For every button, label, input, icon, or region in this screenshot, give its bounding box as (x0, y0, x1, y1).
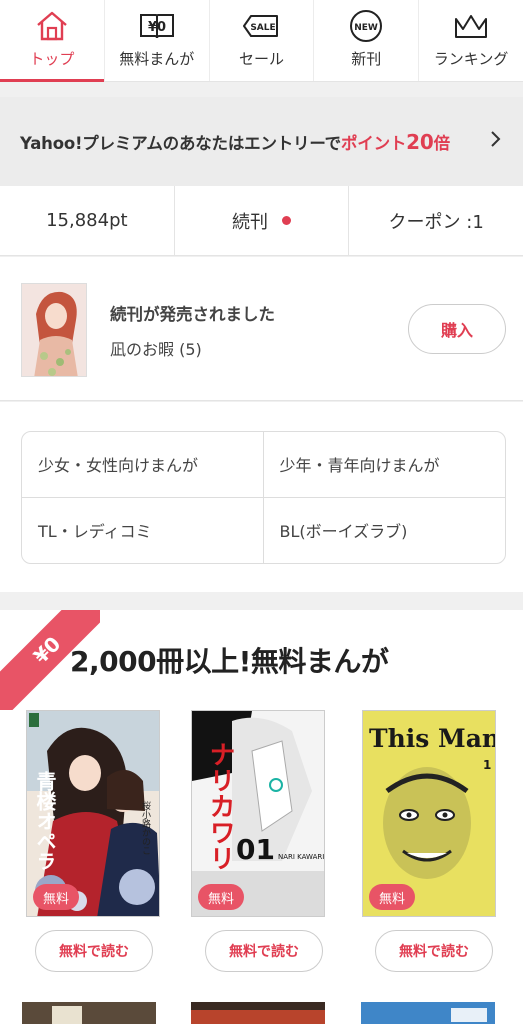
promo-text-suffix: 倍 (433, 133, 451, 153)
nav-label-top: トップ (29, 50, 75, 68)
notification-dot (282, 216, 291, 225)
cover-volume: 1 (483, 758, 491, 772)
read-free-button[interactable]: 無料で読む (205, 930, 323, 972)
book-cover-narikawari[interactable]: ナリカワリ 01 NARI KAWARI 無料 (191, 710, 325, 917)
new-badge-icon-text: NEW (354, 23, 378, 33)
category-tl-ladies[interactable]: TL・レディコミ (22, 497, 264, 563)
cover-title: This Man (369, 724, 496, 753)
chevron-right-icon (491, 131, 501, 147)
sequel-release-card: 続刊が発売されました 凪のお暇 (5) 購入 (0, 257, 523, 401)
cover-author: 桜小路かのこ (140, 800, 151, 855)
free-book-icon: ¥0 (137, 8, 177, 44)
free-badge: 無料 (369, 884, 416, 910)
free-badge: 無料 (33, 884, 80, 910)
category-section: 少女・女性向けまんが 少年・青年向けまんが TL・レディコミ BL(ボーイズラブ… (0, 402, 523, 592)
release-book-name: 凪のお暇 (5) (110, 340, 202, 359)
cover-romaji: NARI KAWARI (278, 853, 324, 861)
points-balance[interactable]: 15,884pt (0, 186, 175, 255)
coupon-label: クーポン :1 (388, 211, 484, 233)
top-navigation: トップ ¥0 無料まんが SALE セール NEW 新刊 ランキング (0, 0, 523, 82)
nav-label-ranking: ランキング (433, 50, 509, 68)
nav-tab-top[interactable]: トップ (0, 0, 105, 82)
book-cover-thumbnail[interactable] (21, 283, 87, 377)
cover-title: ナリカワリ (205, 741, 235, 871)
read-free-button[interactable]: 無料で読む (35, 930, 153, 972)
promo-text: Yahoo!プレミアムのあなたはエントリーでポイント20倍 (20, 130, 450, 154)
cover-volume: 01 (236, 833, 275, 866)
nav-tab-free-manga[interactable]: ¥0 無料まんが (105, 0, 210, 81)
nav-tab-sale[interactable]: SALE セール (210, 0, 315, 81)
book-cover-seirou-opera[interactable]: 青楼オペラ 桜小路かのこ 無料 (26, 710, 160, 917)
free-manga-section: ¥0 2,000冊以上!無料まんが 青楼オペラ 桜小路かのこ 無料 ナリカワリ … (0, 610, 523, 1024)
coupon-link[interactable]: クーポン :1 (349, 186, 523, 255)
buy-button[interactable]: 購入 (408, 304, 506, 354)
book-cover-this-man[interactable]: This Man 1 無料 (362, 710, 496, 917)
section-title: 2,000冊以上!無料まんが (70, 645, 389, 678)
free-book-icon-text: ¥0 (148, 20, 166, 35)
book-cover-peek[interactable] (361, 1002, 495, 1024)
nav-tab-ranking[interactable]: ランキング (419, 0, 523, 81)
home-icon (32, 8, 72, 44)
category-shoujo[interactable]: 少女・女性向けまんが (22, 432, 264, 498)
new-badge-icon: NEW (346, 8, 386, 44)
free-badge: 無料 (198, 884, 245, 910)
crown-icon (451, 8, 491, 44)
points-value: 15,884pt (46, 210, 128, 231)
category-grid: 少女・女性向けまんが 少年・青年向けまんが TL・レディコミ BL(ボーイズラブ… (21, 431, 506, 564)
promo-text-number: 20 (406, 129, 434, 154)
nav-label-free-manga: 無料まんが (119, 50, 195, 68)
nav-label-new-release: 新刊 (351, 50, 382, 68)
nav-tab-new-release[interactable]: NEW 新刊 (314, 0, 420, 81)
sale-tag-icon-text: SALE (251, 23, 276, 33)
promo-text-prefix: Yahoo!プレミアムのあなたはエントリーで (20, 133, 341, 153)
sequel-link[interactable]: 続刊 (175, 186, 350, 255)
premium-promo-banner[interactable]: Yahoo!プレミアムのあなたはエントリーでポイント20倍 (0, 97, 523, 186)
sale-tag-icon: SALE (241, 8, 281, 44)
cover-title: 青楼オペラ (33, 771, 57, 871)
read-free-button[interactable]: 無料で読む (375, 930, 493, 972)
account-stats-row: 15,884pt 続刊 クーポン :1 (0, 186, 523, 256)
book-cover-peek[interactable] (22, 1002, 156, 1024)
sequel-label: 続刊 (232, 211, 268, 233)
nav-label-sale: セール (238, 50, 284, 68)
promo-text-highlight: ポイント (340, 133, 407, 153)
category-bl[interactable]: BL(ボーイズラブ) (264, 498, 506, 564)
category-shounen[interactable]: 少年・青年向けまんが (263, 432, 505, 498)
book-cover-peek[interactable] (191, 1002, 325, 1024)
release-title: 続刊が発売されました (110, 305, 275, 324)
